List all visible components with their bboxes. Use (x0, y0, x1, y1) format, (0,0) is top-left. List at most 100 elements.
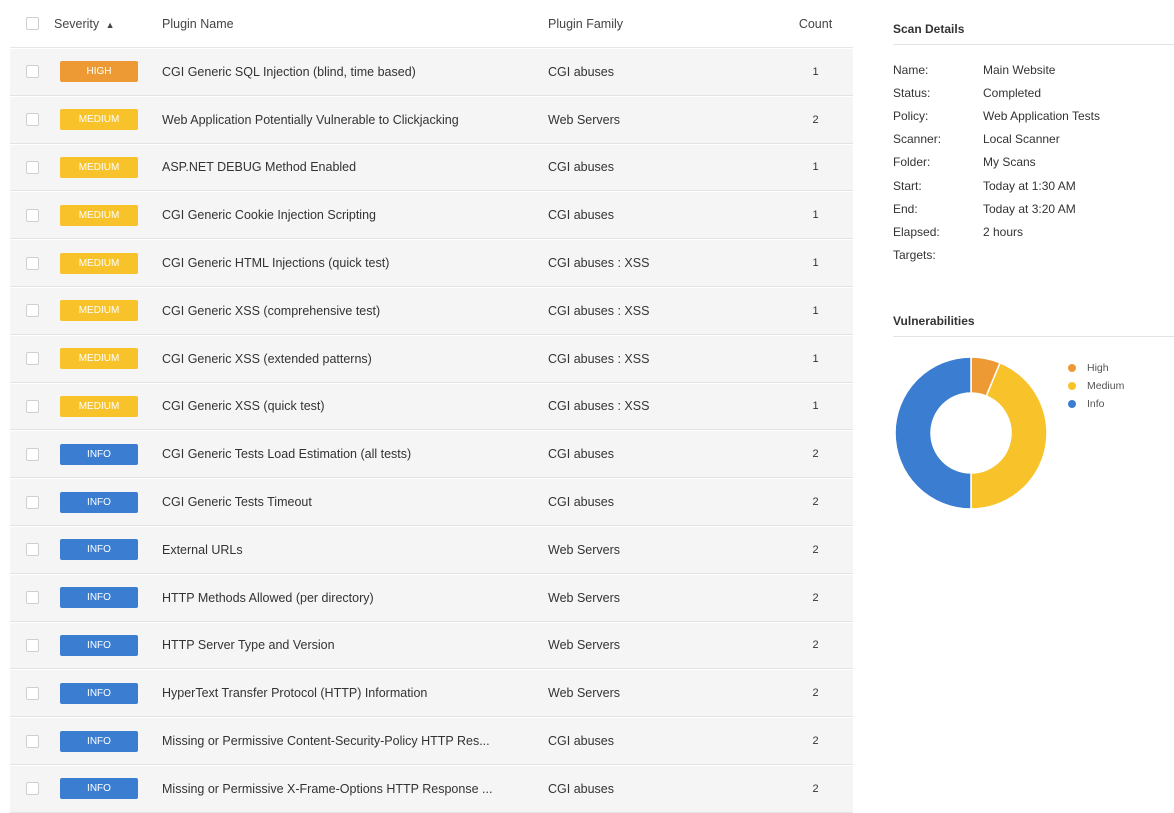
row-checkbox[interactable] (25, 638, 39, 652)
table-row[interactable]: INFO HTTP Server Type and Version Web Serv… (10, 621, 853, 670)
plugin-name-cell[interactable]: CGI Generic XSS (extended patterns) (162, 352, 548, 366)
detail-value: Main Website (983, 62, 1056, 77)
table-row[interactable]: MEDIUM CGI Generic XSS (quick test) CGI ab… (10, 382, 853, 431)
table-row[interactable]: MEDIUM CGI Generic XSS (comprehensive tes… (10, 286, 853, 335)
severity-badge: INFO (60, 539, 138, 561)
row-checkbox[interactable] (25, 352, 39, 366)
count-cell: 2 (812, 591, 819, 604)
detail-label: End: (893, 201, 918, 216)
table-row[interactable]: INFO Missing or Permissive Content-Securi… (10, 717, 853, 765)
row-checkbox[interactable] (25, 256, 39, 270)
row-checkbox-cell (10, 113, 54, 127)
table-row[interactable]: MEDIUM ASP.NET DEBUG Method Enabled CGI ab… (10, 143, 853, 192)
plugin-name-cell[interactable]: CGI Generic Tests Load Estimation (all t… (162, 447, 548, 461)
plugin-name-cell[interactable]: CGI Generic Cookie Injection Scripting (162, 208, 548, 222)
table-row[interactable]: MEDIUM CGI Generic HTML Injections (quick… (10, 239, 853, 287)
severity-badge: INFO (60, 778, 138, 800)
detail-value: My Scans (983, 155, 1036, 170)
chart-legend: High Medium Info (1068, 359, 1124, 413)
plugin-name-cell[interactable]: CGI Generic Tests Timeout (162, 495, 548, 509)
plugin-name-cell[interactable]: HTTP Server Type and Version (162, 638, 548, 652)
table-row[interactable]: INFO Missing or Permissive X-Frame-Option… (10, 764, 853, 813)
count-cell: 1 (812, 209, 819, 222)
severity-cell: INFO (54, 682, 162, 704)
plugin-name-cell[interactable]: Missing or Permissive Content-Security-P… (162, 734, 548, 748)
row-checkbox[interactable] (25, 447, 39, 461)
row-checkbox[interactable] (25, 686, 39, 700)
row-checkbox[interactable] (25, 399, 39, 413)
row-checkbox[interactable] (25, 65, 39, 79)
legend-swatch (1068, 382, 1076, 390)
severity-cell: MEDIUM (54, 156, 162, 178)
plugin-family-cell: Web Servers (548, 590, 621, 605)
severity-badge: HIGH (60, 61, 138, 83)
plugin-name-cell[interactable]: CGI Generic SQL Injection (blind, time b… (162, 65, 548, 79)
severity-cell: MEDIUM (54, 109, 162, 131)
row-checkbox-cell (10, 734, 54, 748)
table-row[interactable]: MEDIUM CGI Generic Cookie Injection Scrip… (10, 191, 853, 240)
row-checkbox-cell (10, 160, 54, 174)
row-checkbox[interactable] (25, 304, 39, 318)
plugin-family-header[interactable]: Plugin Family (548, 17, 778, 31)
row-checkbox[interactable] (25, 782, 39, 796)
severity-cell: INFO (54, 539, 162, 561)
table-row[interactable]: HIGH CGI Generic SQL Injection (blind, ti… (10, 48, 853, 96)
plugin-name-cell[interactable]: CGI Generic XSS (comprehensive test) (162, 304, 548, 318)
plugin-name-cell[interactable]: Web Application Potentially Vulnerable t… (162, 113, 548, 127)
row-checkbox[interactable] (25, 543, 39, 557)
detail-value: Completed (983, 85, 1042, 100)
select-all-checkbox[interactable] (25, 17, 39, 30)
plugin-name-cell[interactable]: Missing or Permissive X-Frame-Options HT… (162, 782, 548, 796)
severity-badge: MEDIUM (60, 395, 138, 417)
table-row[interactable]: INFO CGI Generic Tests Load Estimation (a… (10, 430, 853, 479)
row-checkbox-cell (10, 304, 54, 318)
vulnerabilities-table: Severity ▲ Plugin Name Plugin Family Cou… (10, 0, 853, 813)
table-row[interactable]: INFO HyperText Transfer Protocol (HTTP) I… (10, 669, 853, 718)
plugin-name-header[interactable]: Plugin Name (162, 17, 548, 31)
count-header[interactable]: Count (778, 17, 853, 31)
row-checkbox-cell (10, 256, 54, 270)
severity-cell: INFO (54, 634, 162, 656)
severity-badge: MEDIUM (60, 252, 138, 274)
legend-label: Info (1087, 398, 1105, 410)
severity-header[interactable]: Severity ▲ (54, 17, 162, 31)
severity-badge: INFO (60, 682, 138, 704)
table-row[interactable]: INFO External URLs Web Servers 2 (10, 525, 853, 574)
legend-swatch (1068, 400, 1076, 408)
scan-details-section: Scan Details (893, 22, 1174, 45)
plugin-name-cell[interactable]: HyperText Transfer Protocol (HTTP) Infor… (162, 686, 548, 700)
severity-cell: MEDIUM (54, 348, 162, 370)
count-cell: 2 (812, 687, 819, 700)
severity-badge: INFO (60, 634, 138, 656)
vulnerabilities-donut-chart (894, 356, 1048, 510)
severity-badge: MEDIUM (60, 204, 138, 226)
plugin-name-cell[interactable]: External URLs (162, 543, 548, 557)
plugin-family-cell: Web Servers (548, 112, 621, 127)
plugin-name-cell[interactable]: HTTP Methods Allowed (per directory) (162, 591, 548, 605)
row-checkbox[interactable] (25, 160, 39, 174)
donut-slice-info[interactable] (894, 356, 972, 510)
plugin-family-cell: CGI abuses (548, 447, 615, 462)
plugin-name-cell[interactable]: CGI Generic HTML Injections (quick test) (162, 256, 548, 270)
row-checkbox[interactable] (25, 591, 39, 605)
severity-cell: INFO (54, 587, 162, 609)
severity-cell: MEDIUM (54, 204, 162, 226)
severity-cell: INFO (54, 778, 162, 800)
scan-details-title: Scan Details (893, 22, 1174, 45)
table-row[interactable]: INFO HTTP Methods Allowed (per directory)… (10, 573, 853, 622)
detail-value: Today at 3:20 AM (983, 201, 1076, 216)
severity-badge: INFO (60, 587, 138, 609)
plugin-name-cell[interactable]: ASP.NET DEBUG Method Enabled (162, 160, 548, 174)
table-row[interactable]: INFO CGI Generic Tests Timeout CGI abuses 2 (10, 478, 853, 526)
detail-label: Start: (893, 178, 922, 193)
row-checkbox[interactable] (25, 208, 39, 222)
row-checkbox[interactable] (25, 113, 39, 127)
plugin-family-cell: CGI abuses (548, 734, 615, 749)
plugin-family-cell: CGI abuses : XSS (548, 303, 650, 318)
plugin-name-cell[interactable]: CGI Generic XSS (quick test) (162, 399, 548, 413)
table-row[interactable]: MEDIUM CGI Generic XSS (extended patterns… (10, 334, 853, 383)
table-row[interactable]: MEDIUM Web Application Potentially Vulner… (10, 95, 853, 144)
row-checkbox[interactable] (25, 734, 39, 748)
row-checkbox[interactable] (25, 495, 39, 509)
severity-header-label: Severity (54, 16, 100, 31)
